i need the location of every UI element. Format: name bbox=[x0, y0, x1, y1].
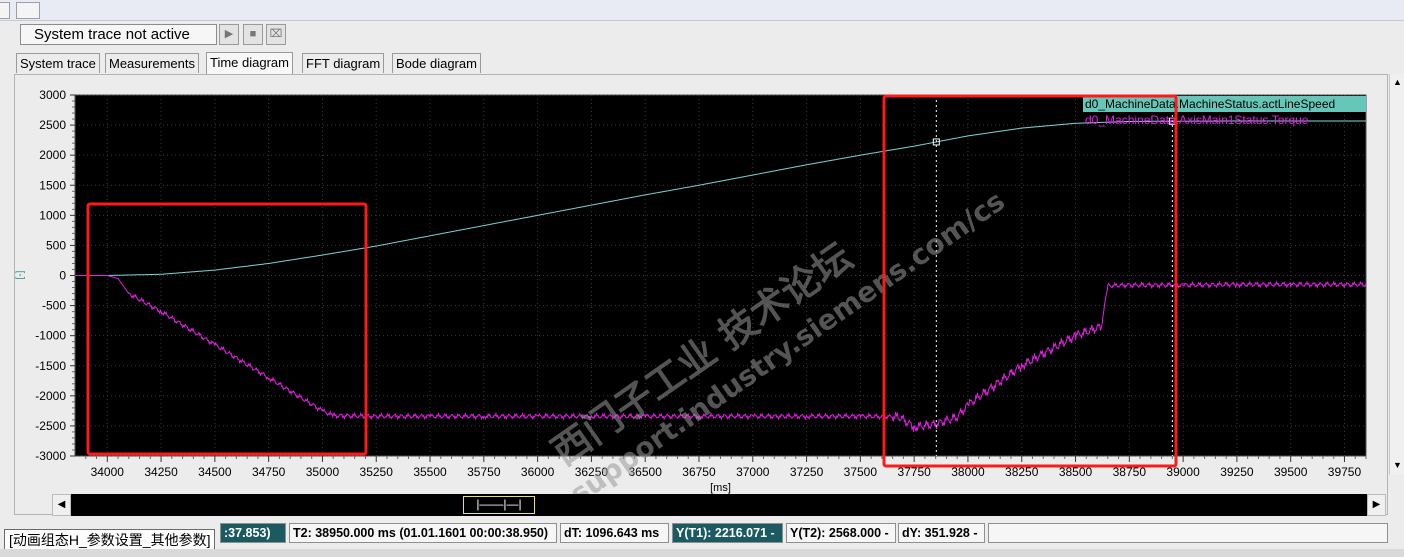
x-tick-label: 39500 bbox=[1274, 465, 1308, 479]
x-tick-label: 39250 bbox=[1220, 465, 1254, 479]
tab-fft-diagram[interactable]: FFT diagram bbox=[302, 53, 385, 73]
x-tick-label: 34000 bbox=[91, 465, 125, 479]
x-tick-label: 36750 bbox=[682, 465, 716, 479]
trace-status-field: System trace not active bbox=[20, 24, 217, 45]
scroll-up-icon[interactable]: ▲ bbox=[1390, 74, 1404, 90]
x-tick-label: 37500 bbox=[844, 465, 878, 479]
window-tooltip: [动画组态H_参数设置_其他参数] bbox=[4, 529, 216, 551]
status-dy: dY: 351.928 - bbox=[898, 523, 985, 543]
time-diagram-chart[interactable]: 3000 2500 2000 1500 1000 500 0 -500 -1000 -1500 -2… bbox=[15, 75, 1387, 514]
y-axis-label: [-] bbox=[15, 270, 26, 279]
y-tick-label: -2500 bbox=[35, 419, 66, 433]
scroll-down-icon[interactable]: ▼ bbox=[1390, 457, 1404, 473]
x-tick-label: 37250 bbox=[790, 465, 824, 479]
status-dt: dT: 1096.643 ms bbox=[560, 523, 669, 543]
y-tick-label: 2500 bbox=[39, 118, 66, 132]
y-tick-label: 1500 bbox=[39, 178, 66, 192]
y-tick-label: 500 bbox=[46, 238, 66, 252]
status-empty bbox=[988, 523, 1388, 543]
scroll-thumb[interactable]: |——|—| bbox=[463, 496, 535, 514]
x-tick-label: 39750 bbox=[1328, 465, 1362, 479]
scroll-right-icon[interactable]: ▶ bbox=[1367, 494, 1386, 516]
x-tick-label: 34750 bbox=[252, 465, 286, 479]
tab-measurements[interactable]: Measurements bbox=[105, 53, 199, 73]
status-y-t1: Y(T1): 2216.071 - bbox=[672, 523, 783, 543]
y-tick-label: 3000 bbox=[39, 88, 66, 102]
status-y-t2: Y(T2): 2568.000 - bbox=[786, 523, 896, 543]
play-icon[interactable]: ▶ bbox=[219, 24, 239, 45]
bottom-edge bbox=[0, 549, 1404, 557]
legend-entry-torque[interactable]: d0_MachineData.AxisMain1Status.Torque bbox=[1085, 113, 1309, 127]
top-strip-box bbox=[0, 2, 10, 19]
y-tick-label: 1000 bbox=[39, 208, 66, 222]
x-tick-label: 36000 bbox=[521, 465, 555, 479]
x-tick-label: 35000 bbox=[306, 465, 340, 479]
x-tick-label: 34500 bbox=[198, 465, 232, 479]
y-tick-label: 0 bbox=[59, 269, 66, 283]
time-diagram-panel: 3000 2500 2000 1500 1000 500 0 -500 -1000 -1500 -2… bbox=[14, 74, 1388, 515]
status-t1: :37.853) bbox=[220, 523, 286, 543]
x-tick-label: 37000 bbox=[736, 465, 770, 479]
x-tick-label: 35250 bbox=[360, 465, 394, 479]
y-tick-label: -2000 bbox=[35, 389, 66, 403]
legend-entry-line-speed[interactable]: d0_MachineData.MachineStatus.actLineSpee… bbox=[1085, 97, 1335, 111]
y-tick-label: -500 bbox=[42, 299, 66, 313]
vertical-scrollbar[interactable]: ▲ ▼ bbox=[1389, 74, 1404, 475]
x-tick-label: 35750 bbox=[467, 465, 501, 479]
top-strip-button[interactable] bbox=[16, 2, 40, 19]
tab-time-diagram[interactable]: Time diagram bbox=[206, 52, 293, 74]
top-strip bbox=[0, 0, 1404, 21]
x-tick-label: 34250 bbox=[144, 465, 178, 479]
clear-icon[interactable]: ⌧ bbox=[266, 24, 286, 45]
scroll-left-icon[interactable]: ◀ bbox=[52, 494, 71, 516]
stop-icon[interactable]: ■ bbox=[243, 24, 263, 45]
status-t2: T2: 38950.000 ms (01.01.1601 00:00:38.95… bbox=[289, 523, 557, 543]
tab-bode-diagram[interactable]: Bode diagram bbox=[392, 53, 481, 73]
x-tick-label: 35500 bbox=[413, 465, 447, 479]
y-tick-label: -1500 bbox=[35, 359, 66, 373]
y-tick-label: 2000 bbox=[39, 148, 66, 162]
y-tick-label: -1000 bbox=[35, 329, 66, 343]
horizontal-scrollbar[interactable]: ◀ |——|—| ▶ bbox=[52, 494, 1386, 516]
y-tick-label: -3000 bbox=[35, 449, 66, 463]
tab-system-trace[interactable]: System trace bbox=[16, 53, 100, 73]
x-axis-label: [ms] bbox=[710, 482, 731, 494]
